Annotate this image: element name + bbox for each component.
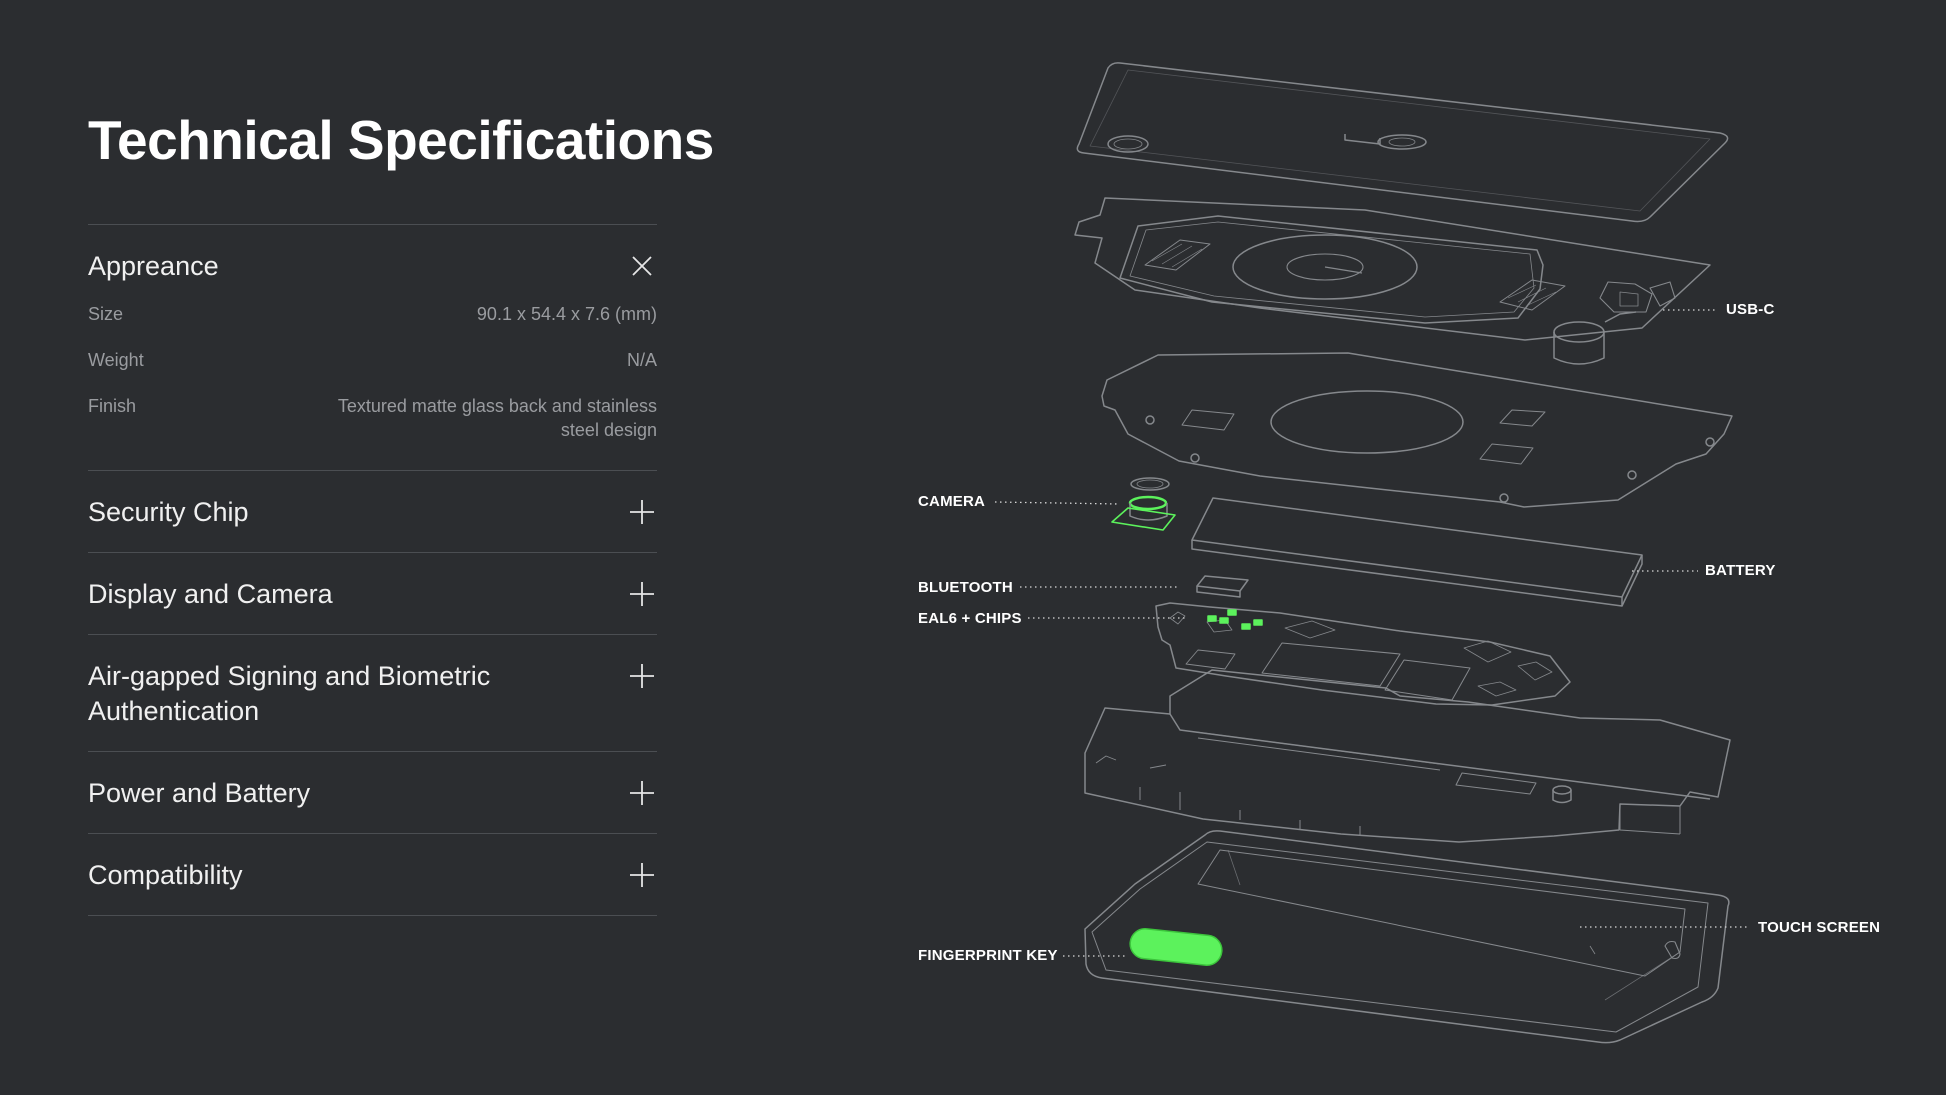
accordion-title: Power and Battery bbox=[88, 778, 311, 808]
tech-specs-page: Technical Specifications Appreance Size … bbox=[0, 0, 1946, 1095]
accordion-title: Compatibility bbox=[88, 860, 243, 890]
spec-row-size: Size 90.1 x 54.4 x 7.6 (mm) bbox=[88, 302, 657, 326]
callout-usb-c: USB-C bbox=[1726, 301, 1775, 318]
chassis-plate-layer bbox=[1101, 352, 1733, 508]
plus-icon[interactable] bbox=[627, 579, 657, 609]
callout-eal6-chips: EAL6 + CHIPS bbox=[918, 610, 1022, 627]
plus-icon[interactable] bbox=[627, 778, 657, 808]
accordion-item-compatibility: Compatibility bbox=[88, 834, 657, 916]
accordion-header-power-battery[interactable]: Power and Battery bbox=[88, 752, 657, 833]
fingerprint-key bbox=[1129, 928, 1223, 966]
spec-label: Weight bbox=[88, 350, 144, 370]
main-board-layer bbox=[1155, 602, 1571, 706]
callout-camera: CAMERA bbox=[918, 493, 986, 510]
accordion-body-appearance: Size 90.1 x 54.4 x 7.6 (mm) Weight N/A F… bbox=[88, 302, 657, 470]
callout-battery: BATTERY bbox=[1705, 562, 1776, 579]
accordion-item-air-gapped: Air-gapped Signing and Biometric Authent… bbox=[88, 635, 657, 752]
spec-row-finish: Finish Textured matte glass back and sta… bbox=[88, 394, 657, 442]
specs-accordion: Appreance Size 90.1 x 54.4 x 7.6 (mm) We… bbox=[88, 224, 657, 916]
accordion-header-appearance[interactable]: Appreance bbox=[88, 225, 657, 306]
coil-board-layer bbox=[1074, 197, 1711, 365]
close-icon[interactable] bbox=[627, 251, 657, 281]
page-title: Technical Specifications bbox=[88, 109, 714, 171]
callout-fingerprint-key: FINGERPRINT KEY bbox=[918, 947, 1058, 964]
accordion-item-power-battery: Power and Battery bbox=[88, 752, 657, 834]
camera-leader bbox=[994, 501, 1121, 505]
spec-value: Textured matte glass back and stainless … bbox=[337, 396, 657, 440]
exploded-device-diagram bbox=[994, 62, 1750, 1044]
bluetooth-module bbox=[1196, 575, 1249, 598]
plus-icon[interactable] bbox=[627, 860, 657, 890]
frame-layer bbox=[1084, 669, 1731, 843]
accordion-title: Display and Camera bbox=[88, 579, 333, 609]
accordion-title: Appreance bbox=[88, 251, 219, 281]
callout-bluetooth: BLUETOOTH bbox=[918, 579, 1013, 596]
accordion-item-security-chip: Security Chip bbox=[88, 471, 657, 553]
spec-label: Finish bbox=[88, 396, 137, 416]
callout-touch-screen: TOUCH SCREEN bbox=[1758, 919, 1881, 936]
plus-icon[interactable] bbox=[627, 661, 657, 691]
accordion-title: Air-gapped Signing and Biometric Authent… bbox=[88, 661, 491, 726]
spec-value: 90.1 x 54.4 x 7.6 (mm) bbox=[476, 304, 657, 324]
spec-row-weight: Weight N/A bbox=[88, 348, 657, 372]
accordion-header-compatibility[interactable]: Compatibility bbox=[88, 834, 657, 915]
back-glass-layer bbox=[1076, 62, 1729, 223]
battery-layer bbox=[1191, 497, 1643, 607]
spec-label: Size bbox=[88, 304, 124, 324]
accordion-item-appearance: Appreance Size 90.1 x 54.4 x 7.6 (mm) We… bbox=[88, 225, 657, 471]
spec-value: N/A bbox=[626, 350, 657, 370]
plus-icon[interactable] bbox=[627, 497, 657, 527]
accordion-header-air-gapped[interactable]: Air-gapped Signing and Biometric Authent… bbox=[88, 635, 657, 751]
accordion-item-display-camera: Display and Camera bbox=[88, 553, 657, 635]
camera-module bbox=[1111, 477, 1176, 531]
accordion-header-security-chip[interactable]: Security Chip bbox=[88, 471, 657, 552]
accordion-title: Security Chip bbox=[88, 497, 249, 527]
accordion-header-display-camera[interactable]: Display and Camera bbox=[88, 553, 657, 634]
